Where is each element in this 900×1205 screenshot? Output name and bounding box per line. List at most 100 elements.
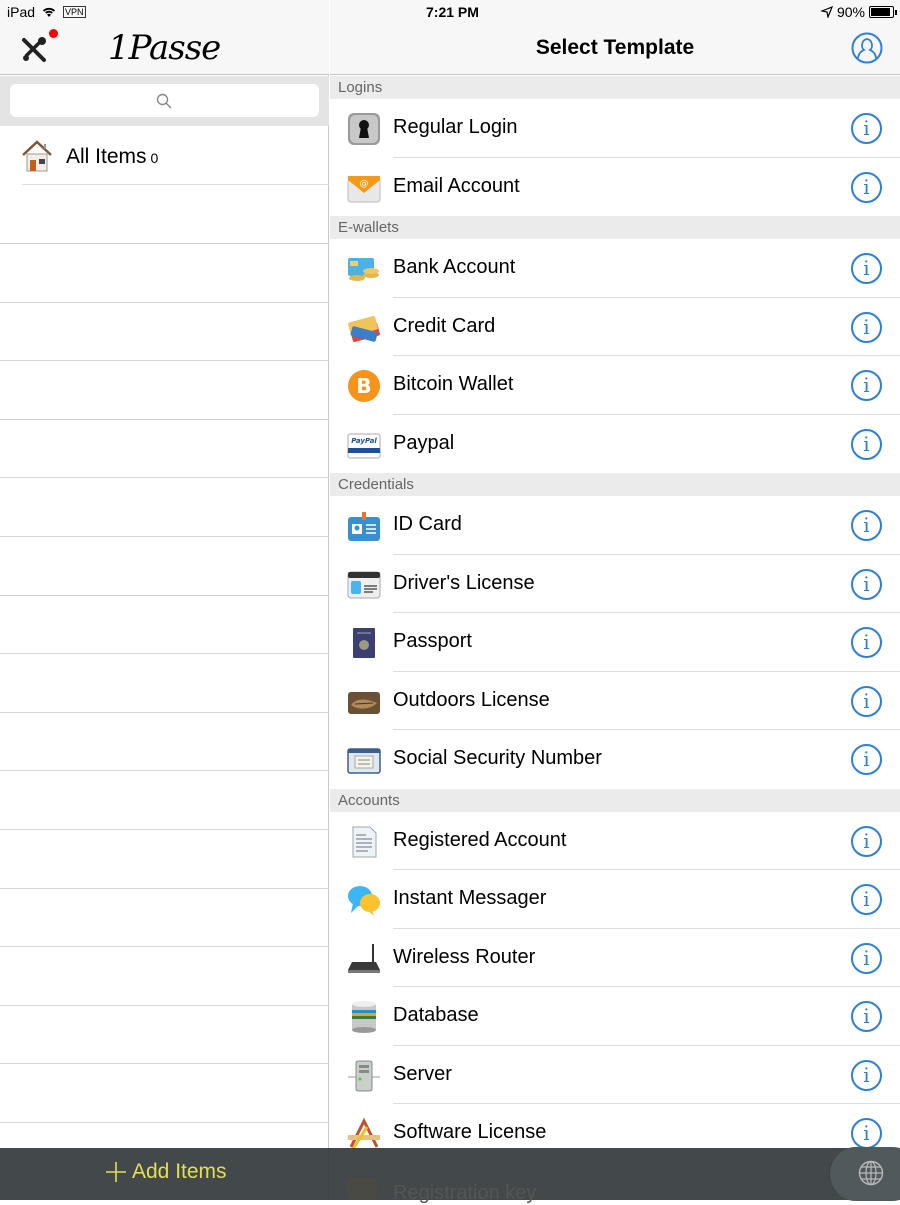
empty-row-divider (0, 536, 329, 537)
template-item[interactable]: Wireless Router i (330, 928, 900, 987)
empty-row-divider (0, 653, 329, 655)
battery-percent: 90% (836, 4, 865, 20)
software-license-icon (348, 1117, 380, 1150)
template-item[interactable]: Instant Messager i (330, 870, 900, 929)
template-item[interactable]: Regular Login i (330, 99, 900, 158)
info-icon[interactable]: i (851, 884, 882, 915)
document-icon (352, 826, 377, 857)
template-item-label: ID Card (393, 513, 462, 535)
template-item[interactable]: ID Card i (330, 496, 900, 555)
chat-bubbles-icon (348, 886, 380, 916)
template-item-label: Wireless Router (393, 945, 536, 968)
template-item[interactable]: Outdoors License i (330, 671, 900, 730)
divider (22, 184, 329, 185)
template-item[interactable]: Credit Card i (330, 297, 900, 356)
info-icon[interactable]: i (851, 942, 882, 974)
info-icon[interactable]: i (851, 311, 882, 343)
status-bar: iPad VPN 7:21 PM 90% (0, 0, 900, 24)
info-icon[interactable]: i (851, 825, 882, 857)
bank-icon (348, 258, 379, 281)
search-input[interactable] (10, 84, 319, 117)
all-items-count: 0 (150, 150, 159, 166)
template-item[interactable]: Social Security Number i (330, 730, 900, 789)
info-icon[interactable]: i (851, 627, 882, 658)
section-header-logins: Logins (330, 76, 900, 99)
user-account-icon[interactable] (851, 32, 883, 64)
template-item-label: Database (393, 1004, 479, 1026)
empty-row-divider (0, 770, 329, 772)
house-icon (22, 140, 52, 172)
keyhole-icon (348, 113, 380, 145)
empty-row-divider (0, 594, 329, 596)
vpn-badge: VPN (63, 6, 86, 18)
info-icon[interactable]: i (851, 1118, 882, 1149)
template-item-label: Outdoors License (393, 688, 550, 711)
template-item[interactable]: Bank Account i (330, 239, 900, 298)
info-icon[interactable]: i (851, 113, 882, 144)
info-icon[interactable]: i (851, 171, 882, 203)
server-icon (348, 1060, 380, 1091)
page-title: Select Template (535, 36, 695, 59)
add-items-label: Add Items (132, 1160, 227, 1183)
bitcoin-icon: B (348, 370, 380, 402)
template-item-label: Paypal (393, 431, 455, 454)
info-icon[interactable]: i (851, 1001, 882, 1032)
empty-row-divider (0, 301, 329, 303)
paypal-icon: PayPal (347, 433, 381, 458)
template-item[interactable]: Database i (330, 987, 900, 1046)
empty-row-divider (0, 477, 329, 479)
battery-icon (869, 6, 897, 18)
template-item-label: Registered Account (393, 828, 567, 851)
database-icon (352, 1001, 376, 1033)
template-item[interactable]: @ Email Account i (330, 157, 900, 216)
clock: 7:21 PM (426, 4, 479, 20)
info-icon[interactable]: i (851, 253, 882, 284)
template-item-label: Bank Account (393, 256, 516, 278)
empty-row-divider (0, 243, 329, 244)
plus-icon (106, 1162, 126, 1182)
empty-row-divider (0, 1122, 329, 1123)
template-item[interactable]: Server i (330, 1045, 900, 1104)
info-icon[interactable]: i (851, 685, 882, 717)
info-icon[interactable]: i (851, 568, 882, 600)
outdoors-license-icon (348, 691, 380, 714)
info-icon[interactable]: i (851, 510, 882, 541)
info-icon[interactable]: i (851, 370, 882, 401)
template-item-label: Credit Card (393, 314, 496, 337)
ssn-card-icon (347, 748, 381, 774)
add-items-button[interactable]: Add Items (106, 1160, 227, 1184)
hidden-list-item: Registration key (393, 1182, 537, 1204)
section-header-e-wallets: E-wallets (330, 216, 900, 239)
empty-row-divider (0, 360, 329, 362)
template-item[interactable]: Driver's License i (330, 554, 900, 613)
template-item[interactable]: B Bitcoin Wallet i (330, 356, 900, 415)
template-item-label: Passport (393, 630, 472, 652)
template-item[interactable]: Passport i (330, 613, 900, 672)
email-icon: @ (347, 175, 381, 202)
drivers-license-icon (347, 571, 381, 598)
empty-row-divider (0, 829, 329, 830)
info-icon[interactable]: i (851, 428, 882, 460)
section-header-credentials: Credentials (330, 473, 900, 496)
search-icon (156, 93, 172, 109)
template-item-label: Regular Login (393, 116, 518, 138)
all-items-row[interactable]: All Items 0 (0, 127, 329, 185)
empty-row-divider (0, 946, 329, 948)
template-item[interactable]: Registered Account i (330, 811, 900, 870)
registration-key-icon (347, 1178, 377, 1200)
template-item-label: Server (393, 1062, 452, 1085)
svg-text:B: B (356, 374, 371, 398)
template-item[interactable]: PayPal Paypal i (330, 414, 900, 473)
template-item-label: Software License (393, 1121, 547, 1143)
section-header-accounts: Accounts (330, 788, 900, 812)
passport-icon (353, 628, 375, 658)
device-name: iPad (7, 4, 36, 20)
search-bar (0, 76, 329, 126)
template-item-label: Bitcoin Wallet (393, 373, 514, 395)
template-item-label: Instant Messager (393, 887, 547, 909)
language-button[interactable] (829, 1147, 900, 1201)
template-list: Logins Regular Login i @ Email Account i E-wal… (330, 76, 900, 1163)
settings-tools-icon[interactable] (20, 36, 48, 64)
info-icon[interactable]: i (851, 744, 882, 775)
info-icon[interactable]: i (851, 1059, 882, 1091)
